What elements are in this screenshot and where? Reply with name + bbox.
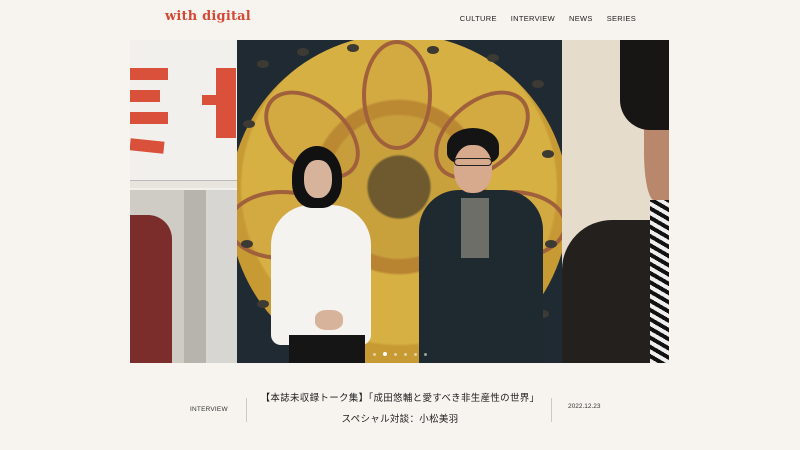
carousel-slide-next[interactable] bbox=[562, 40, 669, 363]
featured-article-caption[interactable]: INTERVIEW 【本誌未収録トーク集】「成田悠輔と愛すべき非生産性の世界」ス… bbox=[130, 378, 669, 442]
article-title[interactable]: 【本誌未収録トーク集】「成田悠輔と愛すべき非生産性の世界」スペシャル対談：小松美… bbox=[260, 388, 540, 430]
person-figure bbox=[130, 215, 172, 363]
site-logo[interactable]: with digital bbox=[165, 9, 251, 24]
divider bbox=[551, 398, 552, 422]
carousel-slide-previous[interactable] bbox=[130, 40, 237, 363]
pagination-dot[interactable] bbox=[423, 352, 427, 356]
person-figure bbox=[620, 40, 669, 130]
pagination-dot-active[interactable] bbox=[382, 352, 387, 356]
glasses-icon bbox=[454, 158, 492, 166]
pagination-dot[interactable] bbox=[372, 352, 376, 356]
article-category[interactable]: INTERVIEW bbox=[190, 406, 228, 413]
nav-item-series[interactable]: SERIES bbox=[607, 14, 636, 23]
hero-carousel[interactable] bbox=[130, 40, 669, 363]
article-date: 2022.12.23 bbox=[568, 403, 601, 410]
pagination-dot[interactable] bbox=[413, 352, 417, 356]
pagination-dot[interactable] bbox=[393, 352, 397, 356]
carousel-pagination bbox=[130, 352, 669, 356]
main-nav: CULTURE INTERVIEW NEWS SERIES bbox=[460, 14, 636, 23]
nav-item-culture[interactable]: CULTURE bbox=[460, 14, 497, 23]
divider bbox=[246, 398, 247, 422]
carousel-slide-active[interactable] bbox=[237, 40, 562, 363]
nav-item-interview[interactable]: INTERVIEW bbox=[511, 14, 555, 23]
pagination-dot[interactable] bbox=[403, 352, 407, 356]
nav-item-news[interactable]: NEWS bbox=[569, 14, 593, 23]
